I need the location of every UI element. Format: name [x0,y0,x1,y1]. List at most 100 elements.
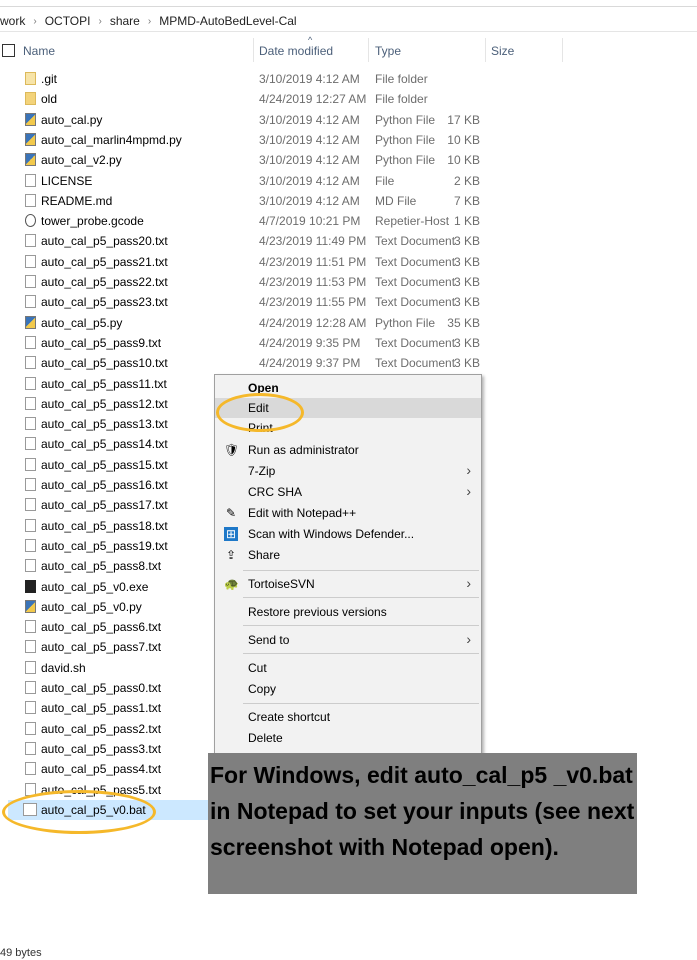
chevron-right-icon: › [33,15,37,27]
file-row[interactable]: auto_cal_p5_pass21.txt 4/23/2019 11:51 PM… [0,252,480,272]
file-name: auto_cal_p5_pass8.txt [41,559,162,574]
breadcrumb-item[interactable]: OCTOPI [45,14,91,28]
column-name[interactable]: Name [23,44,55,58]
file-size: 1 KB [453,214,480,229]
file-row[interactable]: auto_cal_v2.py 3/10/2019 4:12 AM Python Fi… [0,150,480,170]
file-size: 17 KB [447,112,480,127]
shield-icon: 🛡 [224,443,240,457]
file-row[interactable]: auto_cal_marlin4mpmd.py 3/10/2019 4:12 AM… [0,130,480,150]
breadcrumb-item[interactable]: work [0,14,25,28]
folder-light-icon [25,72,36,85]
submenu-arrow-icon: › [466,631,471,647]
file-name: auto_cal_p5_pass4.txt [41,762,162,777]
column-divider[interactable] [253,38,254,62]
file-date: 3/10/2019 4:12 AM [259,193,360,208]
file-size: 10 KB [447,132,480,147]
column-divider[interactable] [562,38,563,62]
menu-item-edit-with-notepad[interactable]: ✎ Edit with Notepad++ [215,503,481,523]
file-icon [25,376,36,390]
py-icon [25,153,36,167]
column-divider[interactable] [485,38,486,62]
file-icon [25,559,36,573]
file-row[interactable]: auto_cal_p5_pass22.txt 4/23/2019 11:53 PM… [0,272,480,292]
file-row[interactable]: README.md 3/10/2019 4:12 AM MD File 7 KB [0,191,480,211]
file-name: .git [41,72,58,86]
file-row[interactable]: old 4/24/2019 12:27 AM File folder [0,89,480,109]
column-type[interactable]: Type [375,44,401,58]
file-icon [25,681,36,694]
file-row[interactable]: tower_probe.gcode 4/7/2019 10:21 PM Repeti… [0,211,480,231]
file-row[interactable]: auto_cal_p5_pass9.txt 4/24/2019 9:35 PM Te… [0,333,480,353]
menu-item-run-as-administrator[interactable]: 🛡 Run as administrator [215,440,481,460]
menu-item-crc-sha[interactable]: CRC SHA › [215,482,481,502]
file-icon [25,538,36,552]
gcode-icon [25,214,36,228]
menu-item-label: Share [248,548,281,562]
file-row[interactable]: .git 3/10/2019 4:12 AM File folder [0,69,480,89]
file-name: tower_probe.gcode [41,214,144,229]
column-date-modified[interactable]: Date modified [259,44,333,58]
menu-item-send-to[interactable]: Send to › [215,630,481,650]
highlight-ellipse-bat [2,790,156,834]
file-type: File folder [375,92,428,107]
file-name: auto_cal_p5_pass18.txt [41,518,168,533]
file-size: 3 KB [453,356,480,371]
breadcrumb-item[interactable]: MPMD-AutoBedLevel-Cal [159,14,296,28]
file-size: 3 KB [453,234,480,249]
menu-item-share[interactable]: ⇪ Share [215,545,481,565]
file-row[interactable]: auto_cal.py 3/10/2019 4:12 AM Python File 1… [0,110,480,130]
column-divider[interactable] [368,38,369,62]
file-size: 35 KB [447,315,480,330]
file-name: auto_cal_marlin4mpmd.py [41,132,182,147]
menu-item-label: TortoiseSVN [248,577,315,591]
file-icon [25,518,36,532]
file-type: MD File [375,193,417,208]
file-date: 3/10/2019 4:12 AM [259,72,360,86]
file-date: 3/10/2019 4:12 AM [259,173,360,188]
file-icon [25,356,36,370]
file-row[interactable]: auto_cal_p5.py 4/24/2019 12:28 AM Python F… [0,313,480,333]
file-icon [25,295,36,309]
file-type: File [375,173,395,188]
menu-item-label: Edit with Notepad++ [248,506,357,520]
file-icon [25,701,36,715]
menu-separator [243,597,479,598]
file-row[interactable]: auto_cal_p5_pass20.txt 4/23/2019 11:49 PM… [0,231,480,251]
py-icon [25,315,36,329]
menu-item-label: Delete [248,731,283,745]
menu-item-restore-previous-versions[interactable]: Restore previous versions [215,602,481,622]
file-name: auto_cal_p5_pass7.txt [41,640,162,655]
menu-separator [243,625,479,626]
file-row[interactable]: auto_cal_p5_pass23.txt 4/23/2019 11:55 PM… [0,292,480,312]
menu-item-scan-with-windows-defender[interactable]: ⊞ Scan with Windows Defender... [215,524,481,544]
menu-item-cut[interactable]: Cut [215,658,481,678]
exe-icon [25,579,36,593]
menu-item-label: Scan with Windows Defender... [248,527,415,541]
menu-item-delete[interactable]: Delete [215,728,481,748]
menu-item-copy[interactable]: Copy [215,679,481,699]
submenu-arrow-icon: › [466,483,471,499]
file-icon [25,478,36,491]
share-icon: ⇪ [225,548,237,562]
menu-item-tortoisesvn[interactable]: 🐢 TortoiseSVN › [215,574,481,594]
menu-item-label: Run as administrator [248,443,359,457]
menu-item-create-shortcut[interactable]: Create shortcut [215,707,481,727]
file-name: auto_cal_p5_v0.py [41,599,142,614]
file-icon [25,193,36,207]
submenu-arrow-icon: › [466,575,471,591]
breadcrumb-item[interactable]: share [110,14,140,28]
menu-item-7-zip[interactable]: 7-Zip › [215,461,481,481]
file-name: david.sh [41,660,86,675]
file-name: auto_cal_p5_pass20.txt [41,234,168,249]
file-name: auto_cal_p5_pass15.txt [41,457,168,472]
file-row[interactable]: LICENSE 3/10/2019 4:12 AM File 2 KB [0,171,480,191]
file-name: auto_cal_p5_pass17.txt [41,498,168,513]
file-row[interactable]: auto_cal_p5_pass10.txt 4/24/2019 9:37 PM T… [0,353,480,373]
column-size[interactable]: Size [491,44,514,58]
file-date: 4/23/2019 11:55 PM [259,295,367,310]
menu-separator [243,703,479,704]
submenu-arrow-icon: › [466,462,471,478]
file-name: auto_cal_p5.py [41,315,123,330]
file-icon [25,457,36,471]
file-name: auto_cal_p5_pass10.txt [41,356,168,371]
